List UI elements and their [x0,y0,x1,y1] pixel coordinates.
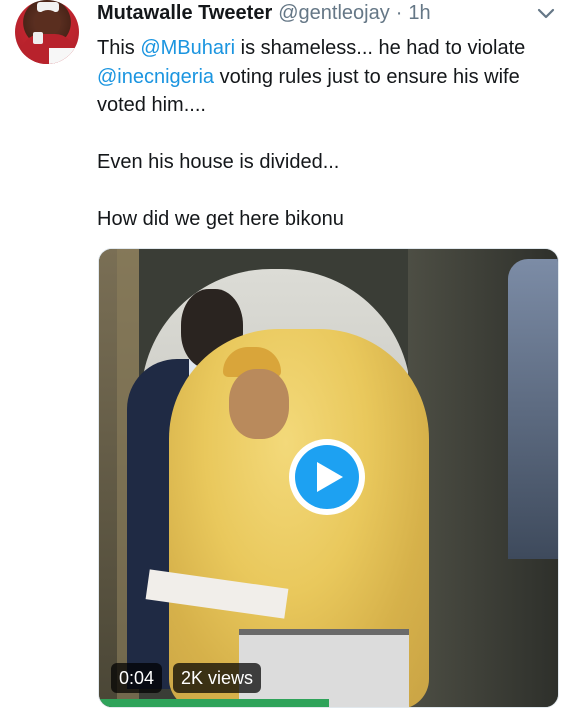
video-views: 2K views [173,663,262,693]
video-object [99,699,329,707]
avatar-paper [49,48,75,64]
avatar[interactable] [15,0,79,64]
tweet-paragraph-1: This @MBuhari is shameless... he had to … [97,34,537,120]
video-figure [229,369,289,439]
tweet-text: This @MBuhari is shameless... he had to … [97,34,537,234]
tweet-paragraph-3: How did we get here bikonu [97,208,344,230]
author-handle[interactable]: @gentleojay [278,2,389,25]
play-button-circle [295,445,359,509]
author-name[interactable]: Mutawalle Tweeter [97,2,272,25]
video-object [239,629,409,707]
tweet-header: Mutawalle Tweeter @gentleojay · 1h [97,2,553,28]
chevron-down-icon[interactable] [536,6,556,22]
text-segment: is shameless... he had to violate [235,37,526,59]
tweet-paragraph-2: Even his house is divided... [97,151,340,173]
mention-link[interactable]: @MBuhari [140,37,235,59]
tweet-time[interactable]: 1h [408,2,430,25]
play-button[interactable] [289,439,365,515]
mention-link[interactable]: @inecnigeria [97,66,214,88]
text-segment: This [97,37,141,59]
video-duration: 0:04 [111,663,163,693]
avatar-cup [33,32,43,44]
video-figure [508,259,558,559]
video-player[interactable]: 0:04 2K views [98,248,559,708]
play-icon [317,462,343,492]
separator-dot: · [395,2,403,24]
